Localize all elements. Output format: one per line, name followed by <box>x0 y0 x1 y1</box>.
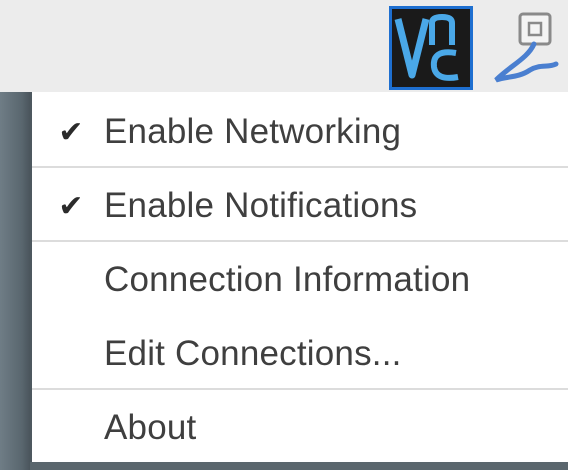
menu-item-edit-connections[interactable]: Edit Connections... <box>32 318 568 390</box>
checkmark-icon: ✔ <box>58 188 84 224</box>
menu-item-label: Edit Connections... <box>104 334 402 373</box>
menu-separator <box>32 166 568 168</box>
network-menu: ✔ Enable Networking ✔ Enable Notificatio… <box>30 92 568 464</box>
menu-item-enable-notifications[interactable]: ✔ Enable Notifications <box>32 170 568 242</box>
desktop-background <box>0 92 30 470</box>
network-tray-icon[interactable] <box>488 6 560 90</box>
top-panel <box>0 0 568 92</box>
menu-separator <box>32 388 568 390</box>
menu-item-enable-networking[interactable]: ✔ Enable Networking <box>32 96 568 168</box>
menu-separator <box>32 240 568 242</box>
menu-item-about[interactable]: About <box>32 392 568 464</box>
menu-item-connection-information[interactable]: Connection Information <box>32 244 568 316</box>
checkmark-icon: ✔ <box>58 114 84 150</box>
menu-bottom-edge <box>30 462 568 470</box>
network-cable-icon <box>494 12 559 83</box>
menu-item-label: Enable Notifications <box>104 186 418 225</box>
menu-item-label: About <box>104 408 197 447</box>
vnc-server-icon <box>392 9 470 87</box>
menu-item-label: Enable Networking <box>104 112 402 151</box>
menu-item-label: Connection Information <box>104 260 471 299</box>
vnc-tray-icon[interactable] <box>389 6 473 90</box>
